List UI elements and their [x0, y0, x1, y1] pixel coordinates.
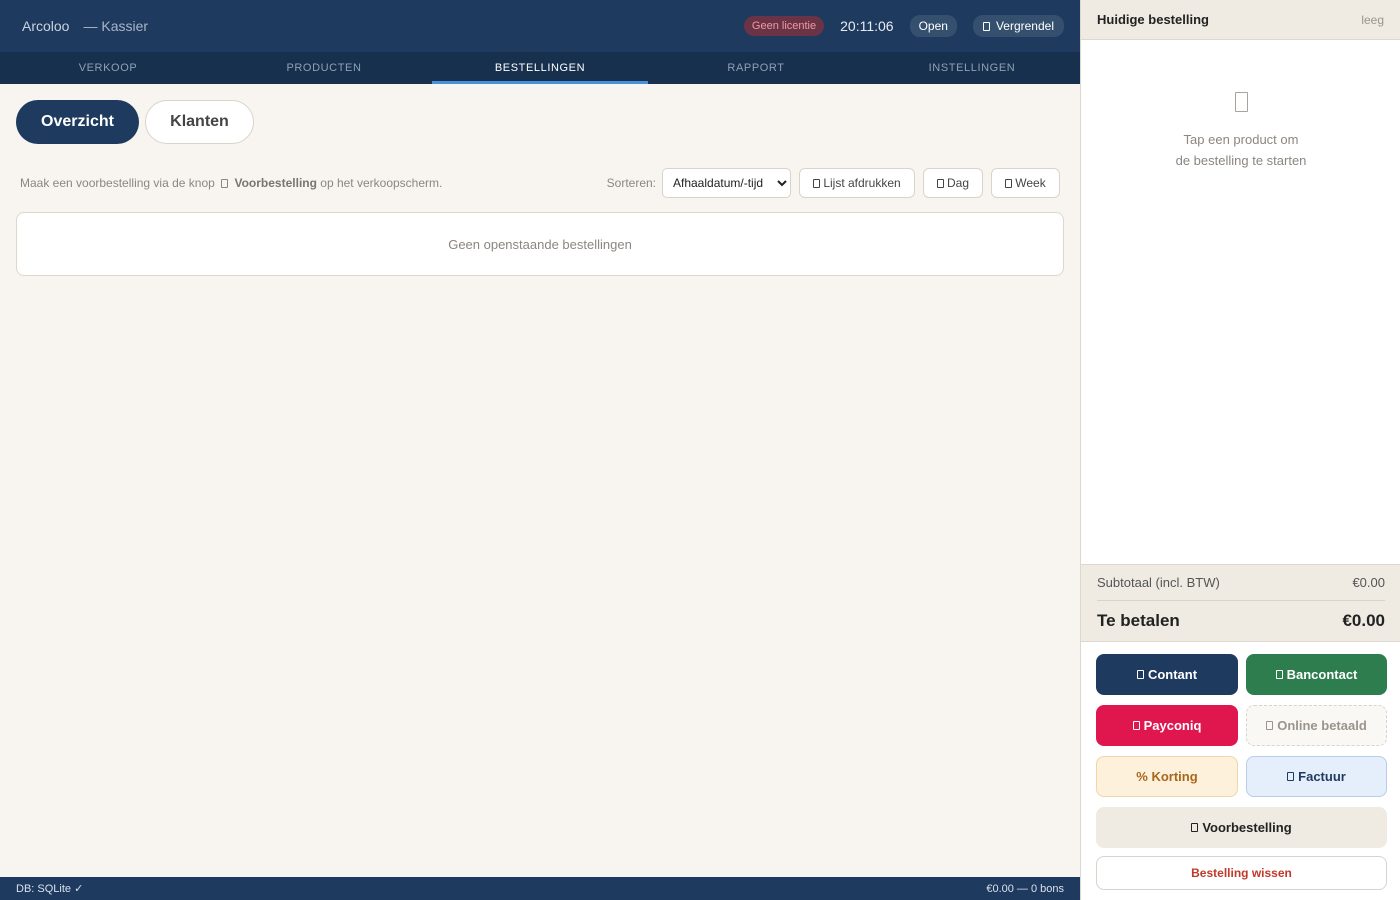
orders-toolbar: Maak een voorbestelling via de knop Voor…	[20, 168, 1060, 198]
lock-icon	[982, 21, 990, 31]
cash-button[interactable]: Contant	[1096, 654, 1238, 695]
subtab-overview[interactable]: Overzicht	[16, 100, 139, 144]
clock: 20:11:06	[840, 18, 894, 34]
sort-select[interactable]: Afhaaldatum/-tijd	[662, 168, 791, 198]
print-list-button[interactable]: Lijst afdrukken	[799, 168, 915, 198]
order-panel-header: Huidige bestelling leeg	[1081, 0, 1400, 40]
tab-instellingen[interactable]: INSTELLINGEN	[864, 52, 1080, 84]
order-panel-title: Huidige bestelling	[1097, 12, 1209, 27]
bancontact-label: Bancontact	[1286, 667, 1358, 682]
preorder-hint: Maak een voorbestelling via de knop Voor…	[20, 176, 442, 190]
subtab-customers[interactable]: Klanten	[145, 100, 254, 144]
order-panel: Huidige bestelling leeg Tap een product …	[1080, 0, 1400, 900]
online-paid-label: Online betaald	[1277, 718, 1367, 733]
hint-suffix: op het verkoopscherm.	[320, 176, 443, 190]
cash-label: Contant	[1147, 667, 1198, 682]
order-empty-line2: de bestelling te starten	[1175, 153, 1307, 168]
tab-rapport[interactable]: RAPPORT	[648, 52, 864, 84]
printer-icon	[813, 178, 821, 188]
order-empty-line1: Tap een product om	[1183, 132, 1299, 147]
calendar-week-icon	[1005, 178, 1013, 188]
globe-icon	[1266, 721, 1274, 730]
subtotal-row: Subtotaal (incl. BTW) €0.00	[1097, 565, 1385, 601]
main-area: Arcoloo — Kassier Geen licentie 20:11:06…	[0, 0, 1080, 900]
hint-bold: Voorbestelling	[234, 176, 317, 190]
lock-button[interactable]: Vergrendel	[972, 15, 1064, 37]
day-button[interactable]: Dag	[923, 168, 983, 198]
subtotal-label: Subtotaal (incl. BTW)	[1097, 575, 1220, 590]
order-empty-state: Tap een product om de bestelling te star…	[1081, 40, 1400, 171]
order-empty-text: Tap een product om de bestelling te star…	[1081, 129, 1400, 171]
preorder-button[interactable]: Voorbestelling	[1096, 807, 1387, 848]
day-label: Dag	[946, 176, 969, 190]
online-paid-button[interactable]: Online betaald	[1246, 705, 1387, 746]
clear-order-link[interactable]: leeg	[1361, 13, 1384, 27]
bancontact-button[interactable]: Bancontact	[1246, 654, 1387, 695]
orders-empty-state: Geen openstaande bestellingen	[16, 212, 1064, 276]
total-label: Te betalen	[1097, 611, 1180, 630]
payconiq-button[interactable]: Payconiq	[1096, 705, 1238, 746]
preorder-icon	[221, 179, 229, 188]
payconiq-label: Payconiq	[1143, 718, 1202, 733]
user-role: — Kassier	[83, 18, 149, 34]
invoice-label: Factuur	[1298, 769, 1346, 784]
cash-icon	[1136, 670, 1144, 679]
calendar-icon	[1191, 823, 1199, 832]
invoice-button[interactable]: Factuur	[1246, 756, 1387, 797]
main-nav: VERKOOP PRODUCTEN BESTELLINGEN RAPPORT I…	[0, 52, 1080, 84]
cart-icon	[1234, 92, 1248, 112]
discount-button[interactable]: % Korting	[1096, 756, 1238, 797]
payment-buttons: Contant Bancontact Payconiq Online betaa…	[1096, 654, 1387, 890]
wipe-order-button[interactable]: Bestelling wissen	[1096, 856, 1387, 890]
status-bar: DB: SQLite ✓ €0.00 — 0 bons	[0, 877, 1080, 900]
license-badge: Geen licentie	[743, 16, 825, 36]
register-status-badge: Open	[909, 15, 957, 37]
tab-producten[interactable]: PRODUCTEN	[216, 52, 432, 84]
hint-prefix: Maak een voorbestelling via de knop	[20, 176, 215, 190]
total-row: Te betalen €0.00	[1097, 601, 1385, 641]
tab-verkoop[interactable]: VERKOOP	[0, 52, 216, 84]
db-status: DB: SQLite ✓	[16, 883, 84, 895]
sales-summary: €0.00 — 0 bons	[986, 882, 1064, 895]
total-value: €0.00	[1342, 611, 1385, 630]
preorder-label: Voorbestelling	[1202, 820, 1292, 835]
app-name: Arcoloo	[22, 18, 70, 34]
phone-icon	[1132, 721, 1140, 730]
lock-label: Vergrendel	[995, 19, 1054, 33]
calendar-day-icon	[936, 178, 944, 188]
subtotal-value: €0.00	[1352, 575, 1385, 590]
week-button[interactable]: Week	[991, 168, 1060, 198]
tab-bestellingen[interactable]: BESTELLINGEN	[432, 52, 648, 84]
sort-label: Sorteren:	[606, 176, 656, 190]
invoice-icon	[1287, 772, 1295, 781]
top-bar: Arcoloo — Kassier Geen licentie 20:11:06…	[0, 0, 1080, 52]
order-totals: Subtotaal (incl. BTW) €0.00 Te betalen €…	[1081, 564, 1400, 642]
subtabs: Overzicht Klanten	[16, 100, 254, 144]
week-label: Week	[1015, 176, 1046, 190]
card-icon	[1275, 670, 1283, 679]
print-list-label: Lijst afdrukken	[823, 176, 901, 190]
